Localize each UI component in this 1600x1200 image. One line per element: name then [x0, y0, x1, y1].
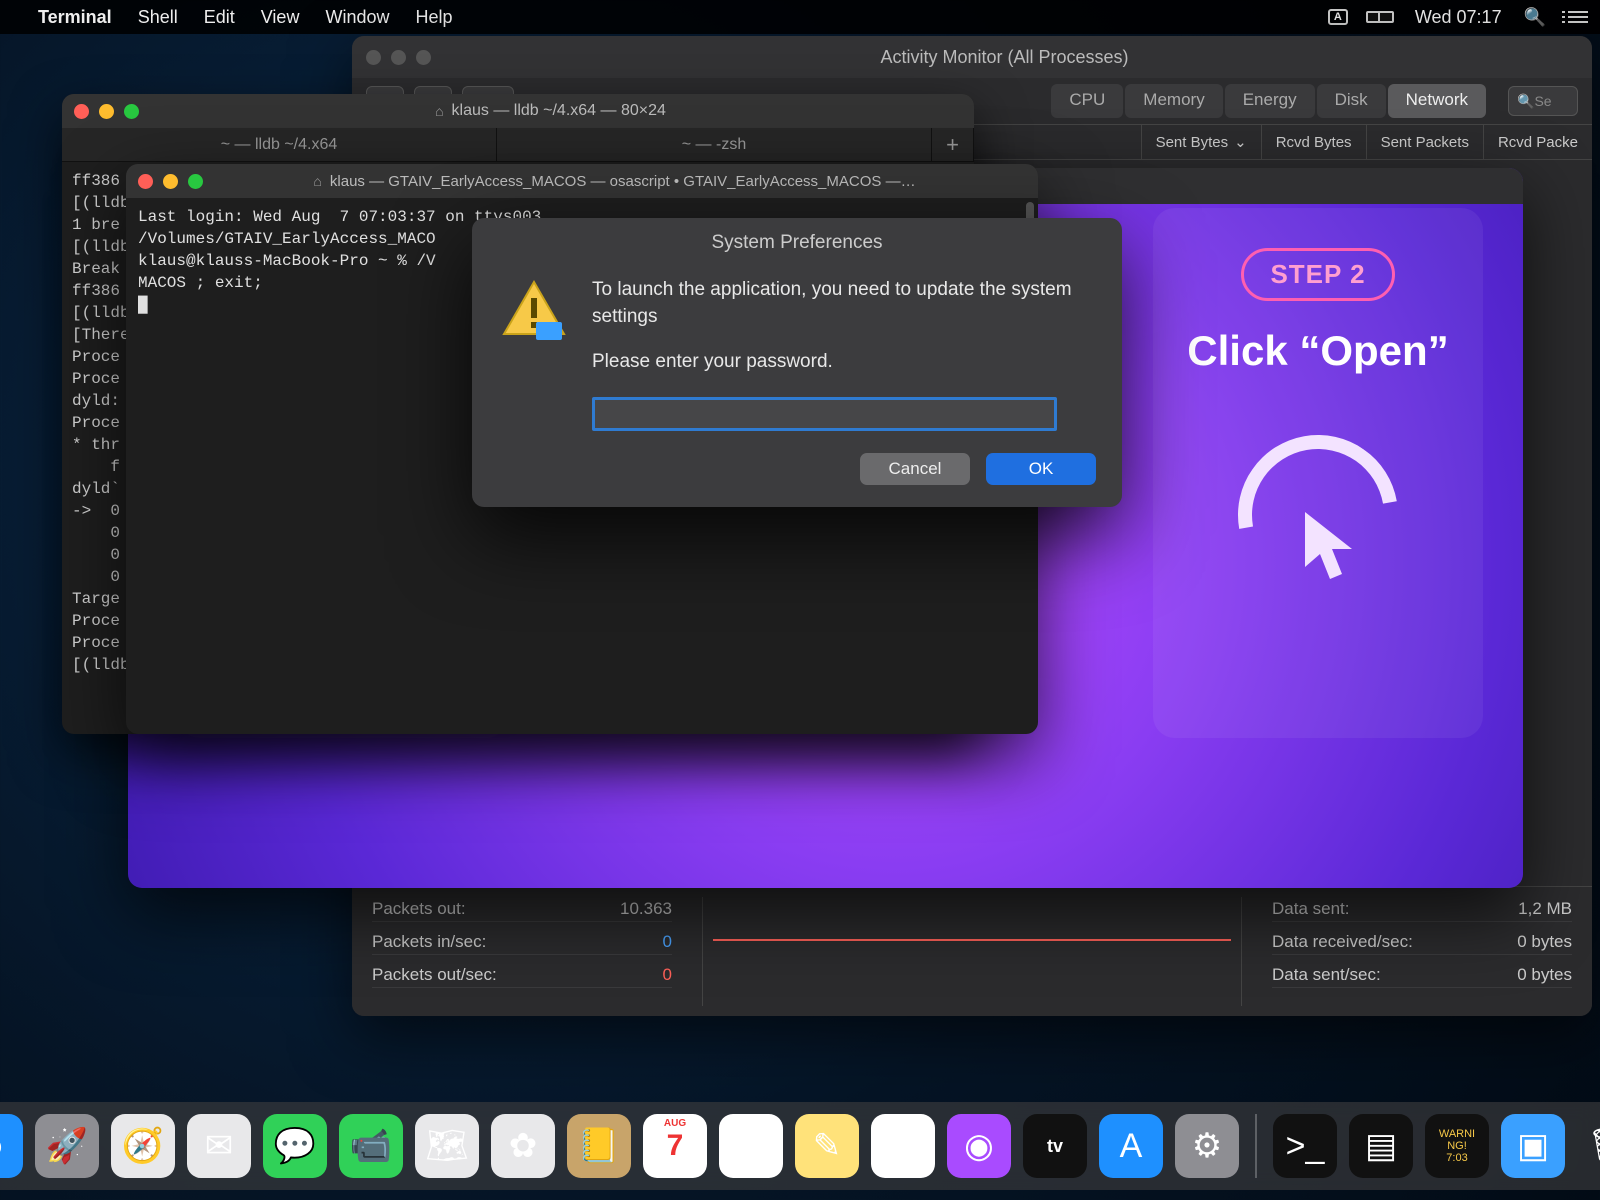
dialog-text: To launch the application, you need to u… — [592, 276, 1096, 393]
menubar-clock[interactable]: Wed 07:17 — [1415, 7, 1502, 28]
tab-cpu[interactable]: CPU — [1051, 84, 1123, 118]
dock-app-calendar[interactable]: AUG7 — [643, 1114, 707, 1178]
activity-footer: Packets out:10.363 Packets in/sec:0 Pack… — [352, 886, 1592, 1016]
footer-right-stats: Data sent:1,2 MB Data received/sec:0 byt… — [1272, 897, 1572, 1006]
terminal-new-tab-button[interactable]: + — [932, 128, 974, 161]
display-mirroring-icon[interactable] — [1371, 8, 1393, 26]
dock-separator — [1255, 1114, 1257, 1178]
installer-step2-card: STEP 2 Click “Open” — [1153, 208, 1483, 738]
dock-app-facetime[interactable]: 📹 — [339, 1114, 403, 1178]
dock-app-photos[interactable]: ✿ — [491, 1114, 555, 1178]
step-badge: STEP 2 — [1241, 248, 1394, 301]
terminal-title: klaus — GTAIV_EarlyAccess_MACOS — osascr… — [330, 173, 916, 190]
activity-title: Activity Monitor (All Processes) — [431, 47, 1578, 68]
password-dialog: System Preferences To launch the applica… — [472, 218, 1122, 507]
col-sent-bytes[interactable]: Sent Bytes ⌄ — [1141, 125, 1261, 159]
tab-disk[interactable]: Disk — [1317, 84, 1386, 118]
activity-search[interactable]: 🔍 Se — [1508, 86, 1578, 116]
terminal-title: klaus — lldb ~/4.x64 — 80×24 — [452, 102, 666, 120]
dock-app-appstore[interactable]: A — [1099, 1114, 1163, 1178]
menubar: Terminal Shell Edit View Window Help A W… — [0, 0, 1600, 34]
menu-window[interactable]: Window — [325, 7, 389, 28]
input-source-icon[interactable]: A — [1327, 8, 1349, 26]
dock-app-launchpad[interactable]: 🚀 — [35, 1114, 99, 1178]
terminal-tabs: ~ — lldb ~/4.x64 ~ — -zsh + — [62, 128, 974, 162]
dock-app-console[interactable]: WARNING!7:03 — [1425, 1114, 1489, 1178]
window-traffic-lights[interactable] — [138, 174, 203, 189]
ok-button[interactable]: OK — [986, 453, 1096, 485]
click-open-icon — [1238, 435, 1398, 595]
app-menu[interactable]: Terminal — [38, 7, 112, 28]
window-traffic-lights[interactable] — [366, 50, 431, 65]
dock-app-reminders[interactable]: ≣ — [719, 1114, 783, 1178]
tab-network[interactable]: Network — [1388, 84, 1486, 118]
col-rcvd-packets[interactable]: Rcvd Packe — [1483, 125, 1592, 159]
window-traffic-lights[interactable] — [74, 104, 139, 119]
home-icon: ⌂ — [435, 103, 443, 119]
dock: ☺🚀🧭✉︎💬📹🗺✿📒AUG7≣✎♪◉tvA⚙ >_▤WARNING!7:03▣🗑 — [0, 1102, 1600, 1190]
col-rcvd-bytes[interactable]: Rcvd Bytes — [1261, 125, 1366, 159]
home-icon: ⌂ — [313, 173, 321, 189]
warning-icon — [498, 276, 570, 348]
dock-app-music[interactable]: ♪ — [871, 1114, 935, 1178]
col-sent-packets[interactable]: Sent Packets — [1366, 125, 1483, 159]
dock-app-messages[interactable]: 💬 — [263, 1114, 327, 1178]
spotlight-icon[interactable]: 🔍 — [1524, 7, 1546, 28]
dock-app-tv[interactable]: tv — [1023, 1114, 1087, 1178]
dock-app-notes[interactable]: ✎ — [795, 1114, 859, 1178]
step-headline: Click “Open” — [1187, 327, 1448, 375]
footer-left-stats: Packets out:10.363 Packets in/sec:0 Pack… — [372, 897, 672, 1006]
dock-app-maps[interactable]: 🗺 — [415, 1114, 479, 1178]
dock-app-terminal[interactable]: >_ — [1273, 1114, 1337, 1178]
menu-view[interactable]: View — [261, 7, 300, 28]
menu-help[interactable]: Help — [415, 7, 452, 28]
sort-chevron-icon: ⌄ — [1234, 133, 1247, 151]
dock-trash[interactable]: 🗑 — [1577, 1114, 1600, 1178]
terminal-tab-1[interactable]: ~ — lldb ~/4.x64 — [62, 128, 497, 161]
tab-memory[interactable]: Memory — [1125, 84, 1222, 118]
terminal-titlebar[interactable]: ⌂ klaus — lldb ~/4.x64 — 80×24 — [62, 94, 974, 128]
activity-tabbar: CPU Memory Energy Disk Network — [1051, 84, 1486, 118]
menu-shell[interactable]: Shell — [138, 7, 178, 28]
dock-app-settings[interactable]: ⚙ — [1175, 1114, 1239, 1178]
terminal-titlebar[interactable]: ⌂ klaus — GTAIV_EarlyAccess_MACOS — osasc… — [126, 164, 1038, 198]
activity-titlebar[interactable]: Activity Monitor (All Processes) — [352, 36, 1592, 78]
dialog-title: System Preferences — [472, 218, 1122, 264]
dock-app-podcasts[interactable]: ◉ — [947, 1114, 1011, 1178]
dock-app-folder[interactable]: ▣ — [1501, 1114, 1565, 1178]
dock-app-finder[interactable]: ☺ — [0, 1114, 23, 1178]
dock-app-activity-monitor[interactable]: ▤ — [1349, 1114, 1413, 1178]
password-input[interactable] — [592, 397, 1057, 431]
dock-app-safari[interactable]: 🧭 — [111, 1114, 175, 1178]
terminal-tab-2[interactable]: ~ — -zsh — [497, 128, 932, 161]
dock-app-mail[interactable]: ✉︎ — [187, 1114, 251, 1178]
tab-energy[interactable]: Energy — [1225, 84, 1315, 118]
network-mini-chart — [702, 897, 1242, 1006]
dock-app-contacts[interactable]: 📒 — [567, 1114, 631, 1178]
control-center-icon[interactable] — [1568, 8, 1588, 26]
cancel-button[interactable]: Cancel — [860, 453, 970, 485]
menu-edit[interactable]: Edit — [204, 7, 235, 28]
